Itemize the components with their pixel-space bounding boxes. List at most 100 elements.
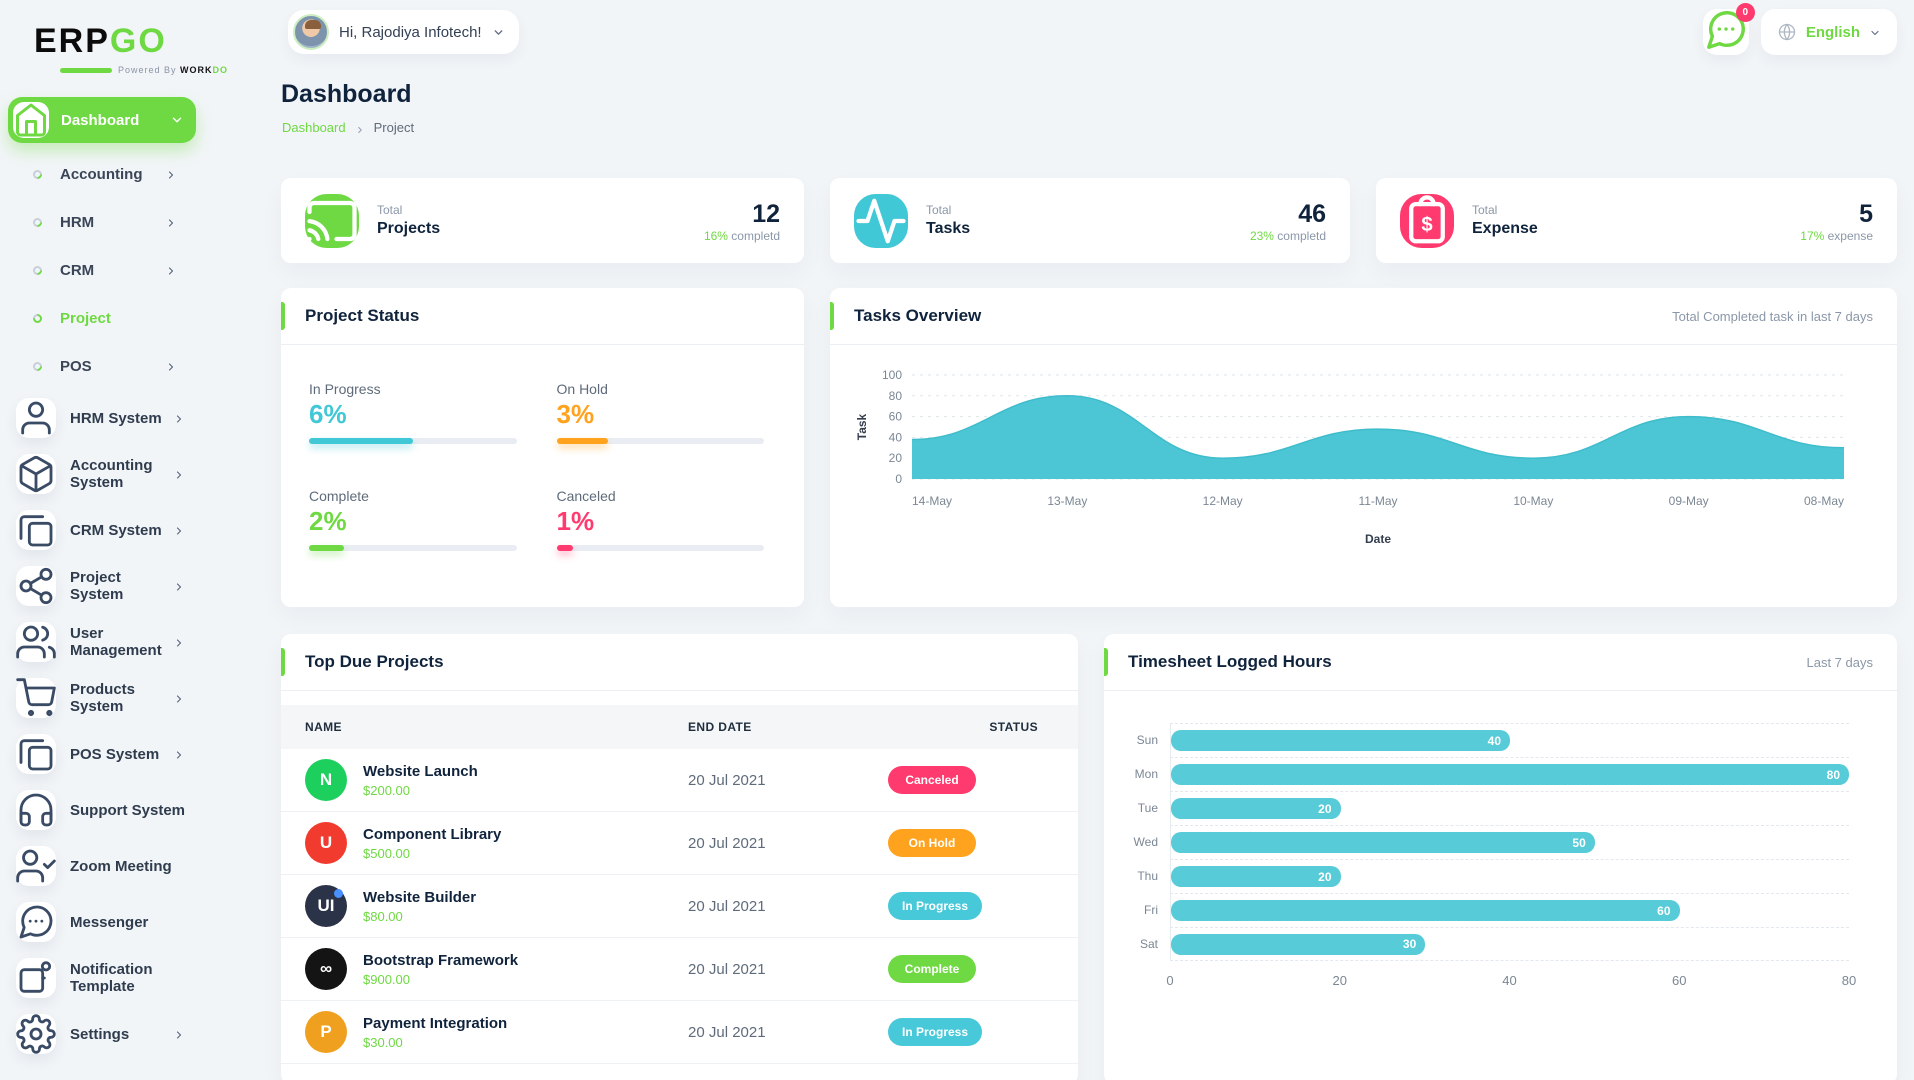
table-body: N Website Launch $200.00 20 Jul 2021 Can…	[281, 749, 1078, 1064]
bar[interactable]: 20	[1171, 866, 1341, 887]
sidebar-item-dashboard[interactable]: Dashboard	[8, 97, 196, 143]
sidebar-item-label: POS System	[70, 745, 160, 763]
progress-bar	[556, 545, 764, 551]
bullet-icon	[31, 263, 44, 277]
sidebar-item-settings[interactable]: Settings	[0, 1006, 215, 1062]
messages-button[interactable]: 0	[1702, 3, 1755, 55]
sidebar-item-label: Dashboard	[61, 111, 140, 129]
sidebar-item-pos-system[interactable]: POS System	[0, 726, 215, 782]
chevron-right-icon	[165, 168, 177, 180]
sidebar-item-hrm-system[interactable]: HRM System	[0, 390, 215, 446]
project-status-card: Project Status In Progress 6% On Hold 3%…	[281, 288, 804, 607]
stat-prefix: Total	[1472, 203, 1498, 217]
sidebar-item-user-management[interactable]: User Management	[0, 614, 215, 670]
gear-icon	[16, 1014, 56, 1054]
sidebar-item-hrm[interactable]: HRM	[0, 198, 215, 246]
svg-text:100: 100	[882, 368, 902, 382]
project-name-link[interactable]: Component Library	[363, 826, 501, 843]
powered-by: Powered By WORKDO	[60, 65, 230, 75]
sidebar-item-project[interactable]: Project	[0, 294, 215, 342]
bar[interactable]: 20	[1171, 798, 1341, 819]
logo-underline	[60, 67, 112, 73]
template-icon	[16, 958, 56, 998]
table-row[interactable]: N Website Launch $200.00 20 Jul 2021 Can…	[281, 749, 1078, 812]
area-chart-svg: 0 20 40 60 80 100 Task 14-May 13-May 12-May 11-M…	[855, 368, 1845, 546]
svg-text:13-May: 13-May	[1047, 494, 1087, 508]
svg-text:80: 80	[889, 389, 903, 403]
bar[interactable]: 80	[1171, 764, 1849, 785]
topbar: Hi, Rajodiya Infotech! 0 English	[281, 3, 1897, 55]
table-row[interactable]: U Component Library $500.00 20 Jul 2021 …	[281, 812, 1078, 875]
project-name-link[interactable]: Payment Integration	[363, 1015, 507, 1032]
user-menu-button[interactable]: Hi, Rajodiya Infotech!	[288, 10, 519, 54]
stat-value: 46	[1298, 199, 1326, 228]
users-icon	[16, 622, 56, 662]
status-label: On Hold	[556, 381, 608, 397]
project-name-link[interactable]: Bootstrap Framework	[363, 952, 518, 969]
bar[interactable]: 60	[1171, 900, 1680, 921]
bar[interactable]: 40	[1171, 730, 1510, 751]
status-badge: On Hold	[888, 829, 976, 857]
sidebar-item-products-system[interactable]: Products System	[0, 670, 215, 726]
breadcrumb-dashboard-link[interactable]: Dashboard	[282, 120, 346, 135]
clipboard-dollar-icon: $	[1400, 193, 1454, 248]
sidebar-item-label: Messenger	[70, 913, 149, 931]
status-badge: In Progress	[888, 1018, 983, 1046]
sidebar-item-support-system[interactable]: Support System	[0, 782, 215, 838]
sidebar-item-label: Accounting System	[70, 457, 153, 491]
bullet-icon	[31, 167, 44, 181]
language-selector[interactable]: English	[1760, 9, 1897, 55]
sidebar-item-messenger[interactable]: Messenger	[0, 894, 215, 950]
card-subtitle: Total Completed task in last 7 days	[1672, 308, 1873, 324]
stat-value: 12	[752, 199, 780, 228]
sidebar-item-pos[interactable]: POS	[0, 342, 215, 390]
table-row[interactable]: ∞ Bootstrap Framework $900.00 20 Jul 202…	[281, 938, 1078, 1001]
chevron-right-icon	[173, 1028, 185, 1040]
page-title: Dashboard	[281, 80, 412, 108]
stat-cards: Total Projects 12 16% completd Total Tas…	[281, 178, 1897, 263]
column-status: STATUS	[989, 720, 1038, 734]
chevron-right-icon	[173, 580, 185, 592]
svg-text:0: 0	[895, 472, 902, 486]
bar[interactable]: 50	[1171, 832, 1595, 853]
sidebar-item-crm-system[interactable]: CRM System	[0, 502, 215, 558]
project-name-link[interactable]: Website Builder	[363, 889, 476, 906]
project-avatar: N	[305, 759, 347, 801]
sidebar-item-accounting[interactable]: Accounting	[0, 150, 215, 198]
svg-text:Task: Task	[855, 413, 869, 440]
project-end-date: 20 Jul 2021	[688, 1023, 766, 1041]
chevron-down-icon	[1869, 26, 1881, 38]
sidebar-item-project-system[interactable]: Project System	[0, 558, 215, 614]
logo-text: ERPGO	[34, 22, 167, 60]
sidebar-item-label: Project	[60, 309, 111, 327]
card-title: Timesheet Logged Hours	[1128, 652, 1332, 671]
stat-subtext: 23% completd	[1249, 228, 1326, 243]
column-name: NAME	[305, 720, 342, 734]
breadcrumb-current: Project	[373, 120, 415, 135]
chevron-right-icon	[173, 412, 185, 424]
sidebar-item-label: Project System	[70, 569, 124, 603]
card-title: Project Status	[305, 306, 420, 325]
project-name-link[interactable]: Website Launch	[363, 763, 478, 780]
sidebar-item-notification-template[interactable]: Notification Template	[0, 950, 215, 1006]
status-label: Complete	[309, 488, 369, 504]
sidebar-item-accounting-system[interactable]: Accounting System	[0, 446, 215, 502]
project-avatar: P	[305, 1011, 347, 1053]
sidebar-item-crm[interactable]: CRM	[0, 246, 215, 294]
sidebar-item-zoom-meeting[interactable]: Zoom Meeting	[0, 838, 215, 894]
sidebar-item-label: User Management	[70, 625, 162, 659]
project-end-date: 20 Jul 2021	[688, 771, 766, 789]
sidebar-item-label: Settings	[70, 1025, 130, 1043]
x-axis-tick: 0	[1166, 973, 1174, 988]
stat-card-projects: Total Projects 12 16% completd	[281, 178, 804, 263]
browser-icon	[16, 734, 56, 774]
table-row[interactable]: UI Website Builder $80.00 20 Jul 2021 In…	[281, 875, 1078, 938]
chevron-down-icon	[492, 26, 505, 39]
cast-icon	[305, 193, 359, 248]
bar[interactable]: 30	[1171, 933, 1426, 955]
tasks-area-chart: 0 20 40 60 80 100 Task 14-May 13-May 12-May 11-M…	[830, 345, 1897, 598]
sidebar-item-label: POS	[60, 357, 92, 375]
chevron-right-icon	[355, 123, 365, 133]
app-logo[interactable]: ERPGO Powered By WORKDO	[0, 14, 230, 75]
table-row[interactable]: P Payment Integration $30.00 20 Jul 2021…	[281, 1001, 1078, 1064]
